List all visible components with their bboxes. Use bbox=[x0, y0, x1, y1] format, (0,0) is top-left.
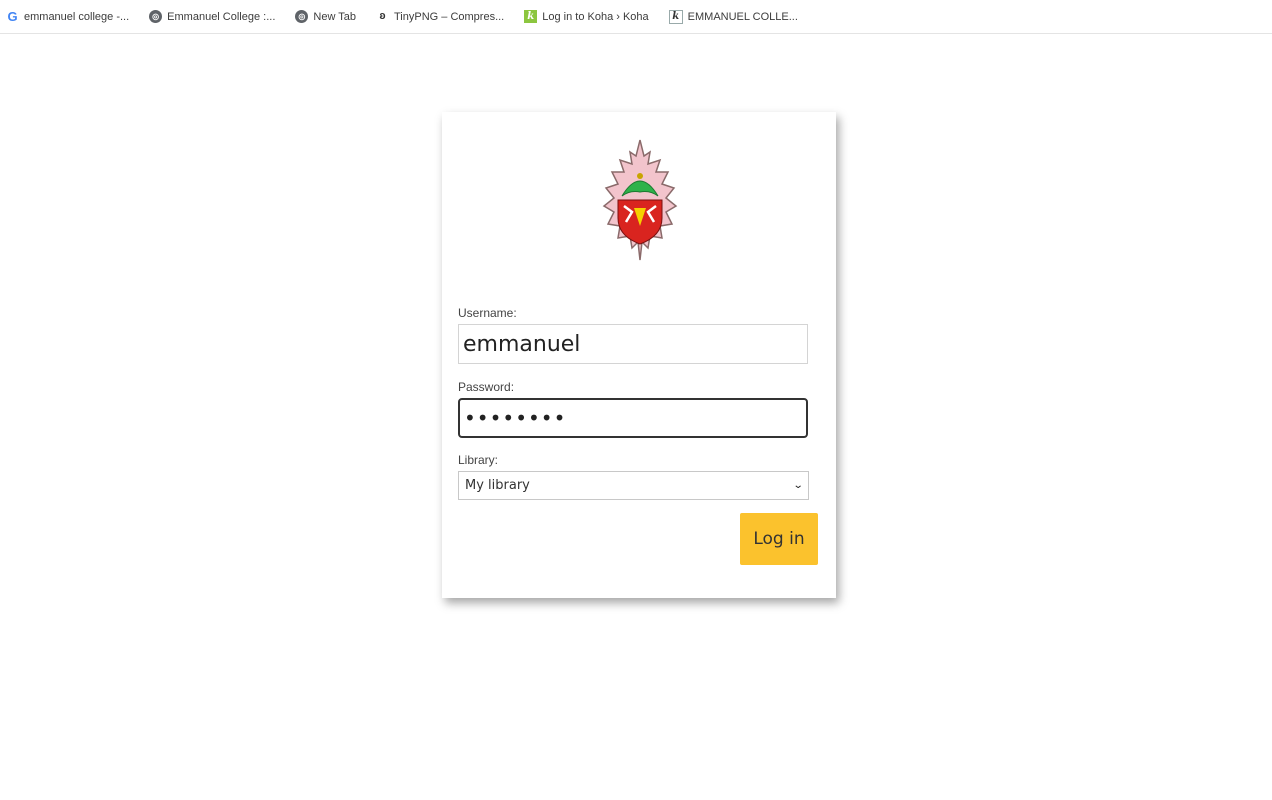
google-icon: G bbox=[7, 9, 18, 24]
bookmarks-bar: G emmanuel college -... ◎ Emmanuel Colle… bbox=[0, 0, 1272, 34]
bookmark-label: Emmanuel College :... bbox=[167, 10, 276, 23]
login-card: Username: Password: Library: My library … bbox=[442, 112, 836, 598]
bookmark-label: New Tab bbox=[313, 10, 356, 23]
library-select[interactable]: My library ⌄ bbox=[458, 471, 809, 500]
password-label: Password: bbox=[458, 380, 515, 394]
bookmark-label: EMMANUEL COLLE... bbox=[687, 10, 798, 23]
globe-icon: ◎ bbox=[149, 10, 163, 23]
panda-icon: ʚ bbox=[379, 10, 386, 22]
login-button[interactable]: Log in bbox=[740, 513, 818, 565]
koha-icon: k bbox=[668, 9, 683, 24]
bookmark-koha-login[interactable]: k Log in to Koha › Koha bbox=[524, 10, 649, 23]
bookmark-tinypng[interactable]: ʚ TinyPNG – Compres... bbox=[376, 10, 504, 23]
bookmark-emmanuel-college-koha[interactable]: k EMMANUEL COLLE... bbox=[668, 9, 798, 24]
username-input[interactable] bbox=[458, 324, 808, 364]
bookmark-label: emmanuel college -... bbox=[24, 10, 130, 23]
password-input[interactable] bbox=[458, 398, 808, 438]
library-selected-value: My library bbox=[465, 478, 530, 493]
chevron-down-icon: ⌄ bbox=[792, 480, 804, 491]
globe-icon: ◎ bbox=[295, 10, 309, 23]
bookmark-label: TinyPNG – Compres... bbox=[394, 10, 505, 23]
library-label: Library: bbox=[458, 453, 499, 467]
bookmark-emmanuel-college-search[interactable]: G emmanuel college -... bbox=[6, 10, 129, 23]
bookmark-emmanuel-college[interactable]: ◎ Emmanuel College :... bbox=[149, 10, 275, 23]
college-crest-logo bbox=[602, 139, 678, 261]
koha-icon: k bbox=[524, 10, 538, 23]
username-label: Username: bbox=[458, 306, 517, 320]
bookmark-label: Log in to Koha › Koha bbox=[542, 10, 649, 23]
bookmark-new-tab[interactable]: ◎ New Tab bbox=[295, 10, 356, 23]
